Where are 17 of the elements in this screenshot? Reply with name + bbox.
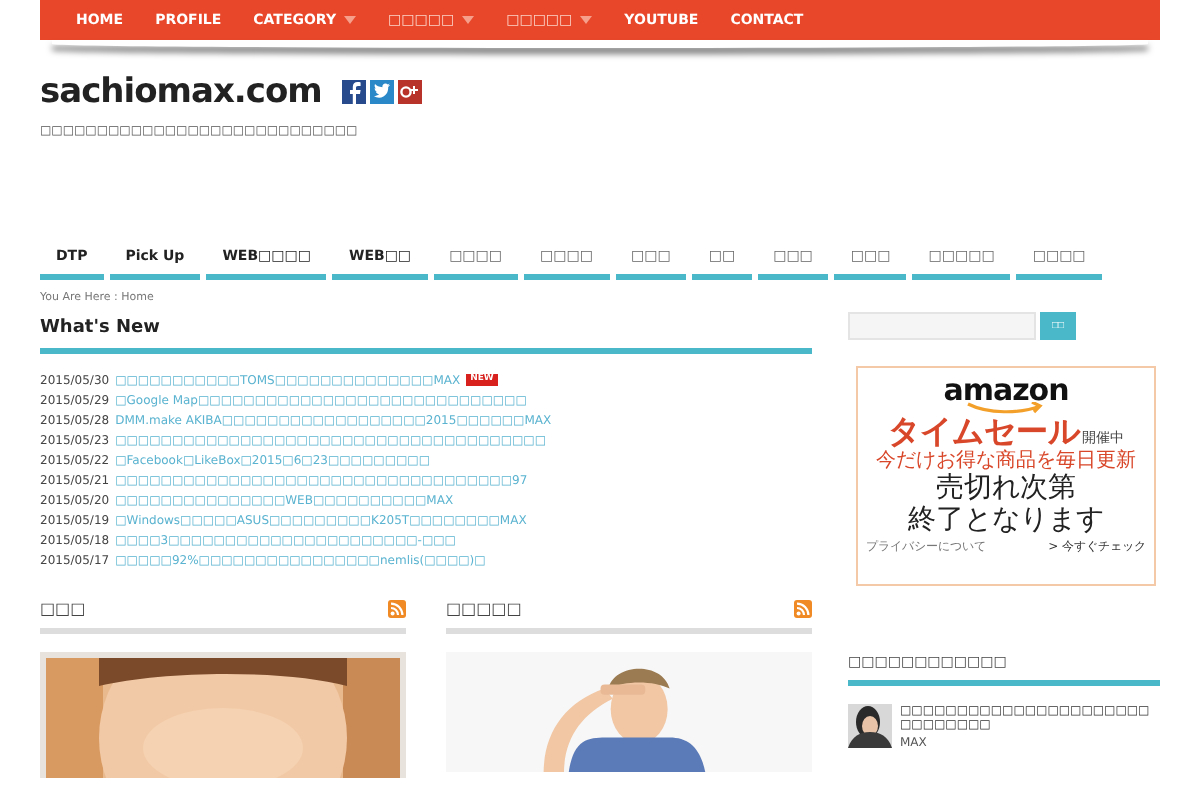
section-heading: □□□□□	[446, 600, 522, 618]
caret-icon	[580, 16, 593, 24]
ad-text: 売切れ次第	[936, 472, 1076, 504]
social-icons-drawing[interactable]	[341, 80, 422, 104]
ad-headline: タイムセール	[888, 414, 1080, 450]
search-field[interactable]	[848, 312, 1036, 340]
smile-arrow-icon	[966, 402, 1046, 414]
section-heading: □□□	[40, 600, 86, 618]
ad-text: 終了となります	[908, 504, 1104, 536]
rss-icon[interactable]	[388, 600, 406, 618]
caret-icon	[344, 16, 357, 24]
section-heading: What's New	[40, 318, 162, 338]
caret-icon	[462, 16, 475, 24]
site-title: sachiomax.com	[40, 72, 322, 112]
ad-brand: amazon	[943, 374, 1069, 406]
ad-text: 今だけお得な商品を毎日更新	[876, 450, 1136, 472]
rss-icon[interactable]	[794, 600, 812, 618]
